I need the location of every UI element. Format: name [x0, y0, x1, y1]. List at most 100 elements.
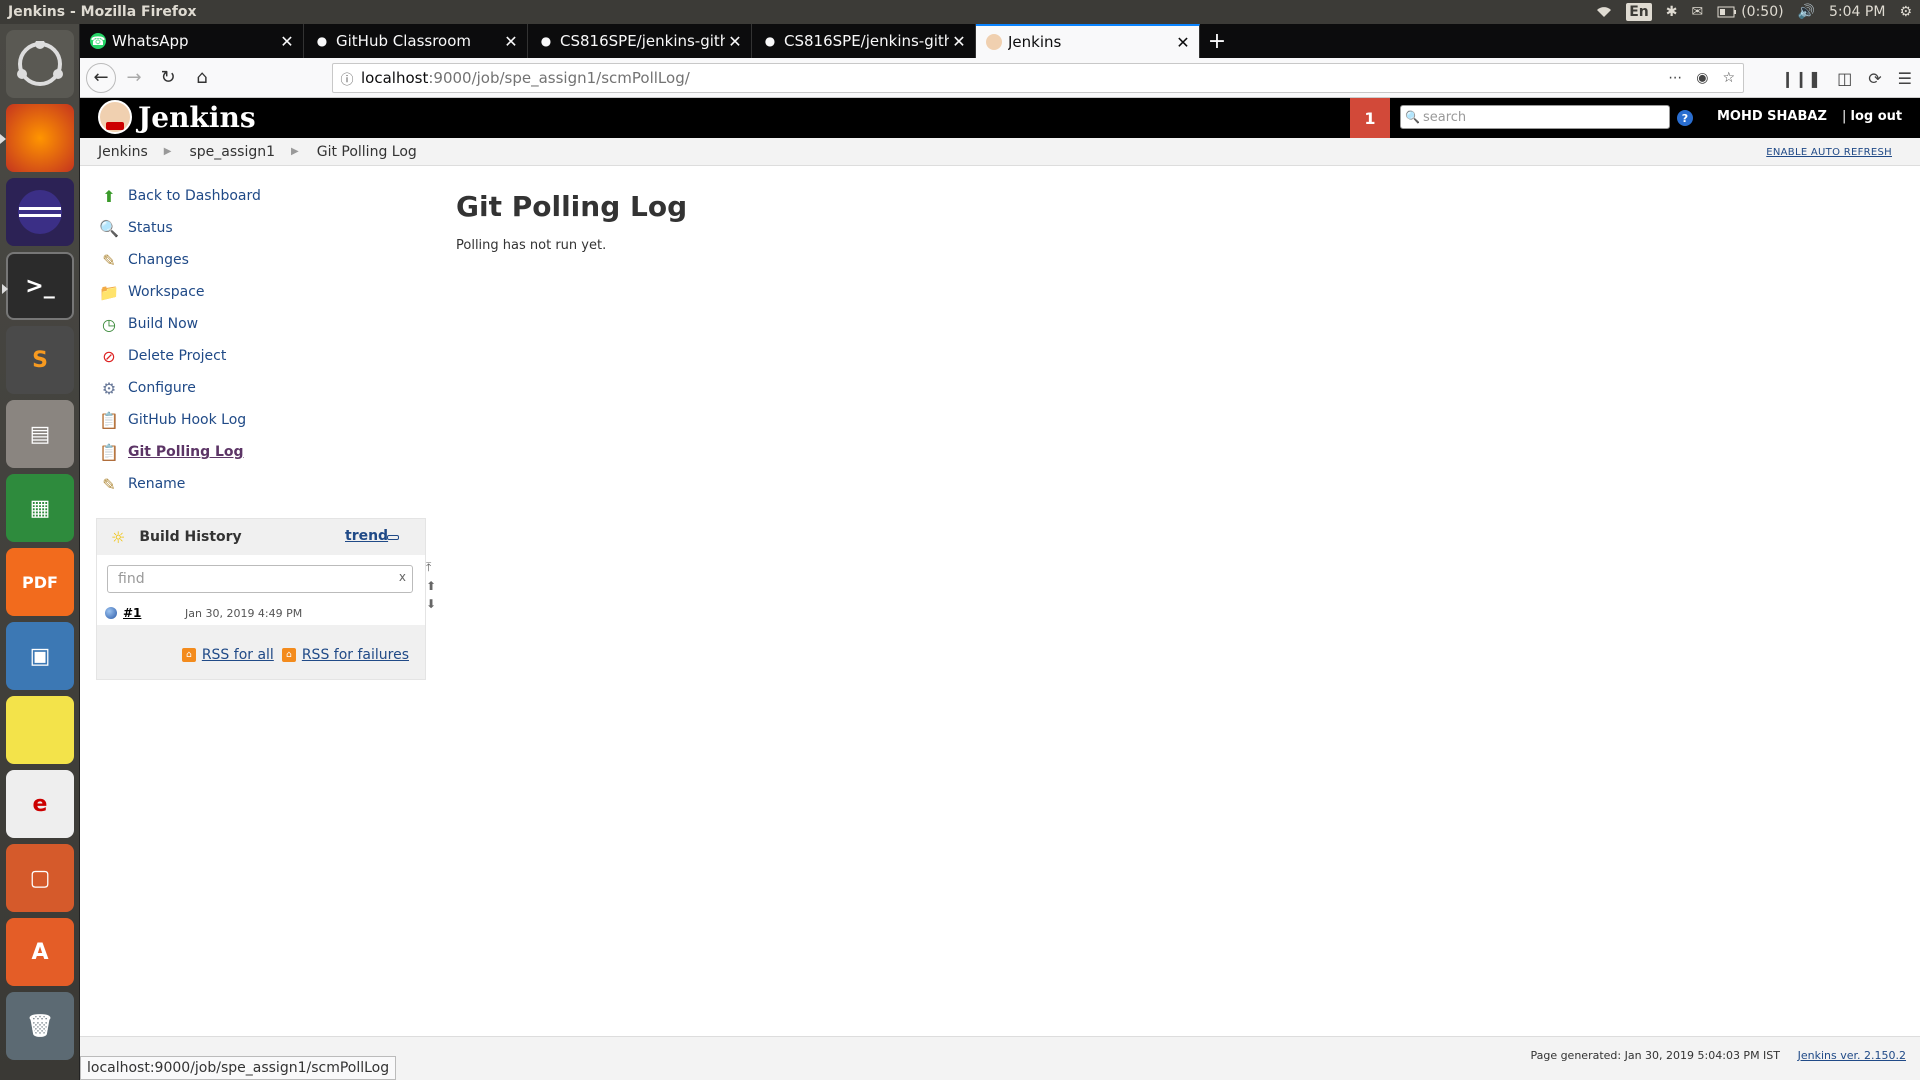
back-button[interactable]: ←: [86, 62, 116, 93]
task-workspace[interactable]: 📁 Workspace: [98, 276, 398, 308]
tab-label: GitHub Classroom: [336, 32, 472, 50]
pocket-icon[interactable]: ◉: [1696, 70, 1708, 86]
close-icon[interactable]: ✕: [277, 32, 297, 51]
page-actions-icon[interactable]: ⋯: [1668, 70, 1682, 86]
bookmark-star-icon[interactable]: ☆: [1722, 70, 1735, 86]
software-updater-icon[interactable]: A: [6, 918, 74, 986]
tab-whatsapp[interactable]: ☎ WhatsApp ✕: [80, 24, 304, 58]
close-icon[interactable]: ✕: [501, 32, 521, 51]
sync-icon[interactable]: ⟳: [1868, 69, 1881, 88]
firefox-icon[interactable]: [0, 104, 74, 172]
jenkins-logo[interactable]: Jenkins: [98, 100, 256, 134]
clock[interactable]: 5:04 PM: [1829, 4, 1885, 20]
rss-icon: ⌂: [181, 648, 196, 662]
clipboard-icon: 📋: [99, 410, 119, 430]
close-icon[interactable]: ✕: [1173, 33, 1193, 52]
page-top-icon[interactable]: ⤒: [426, 560, 440, 575]
build-find-input[interactable]: find x: [107, 565, 413, 593]
new-tab-button[interactable]: +: [1200, 24, 1234, 58]
task-status[interactable]: 🔍 Status: [98, 212, 398, 244]
battery-indicator[interactable]: (0:50): [1717, 4, 1784, 20]
rss-failures-link[interactable]: RSS for failures: [302, 647, 409, 663]
libreoffice-impress-icon[interactable]: ▢: [6, 844, 74, 912]
task-changes[interactable]: ✎ Changes: [98, 244, 398, 276]
library-icon[interactable]: ❙❙❚: [1781, 69, 1821, 88]
build-number-link[interactable]: #1: [123, 606, 185, 620]
enable-auto-refresh-link[interactable]: ENABLE AUTO REFRESH: [1766, 147, 1892, 158]
url-host: localhost: [361, 69, 429, 87]
menu-icon[interactable]: ☰: [1898, 69, 1912, 88]
close-icon[interactable]: ✕: [949, 32, 969, 51]
tab-label: Jenkins: [1008, 33, 1062, 51]
close-icon[interactable]: ✕: [725, 32, 745, 51]
reload-button[interactable]: ↻: [152, 62, 184, 94]
sidebar-icon[interactable]: ◫: [1837, 69, 1852, 88]
trend-link[interactable]: trend: [345, 528, 388, 544]
keyboard-layout-indicator[interactable]: En: [1626, 3, 1652, 21]
libreoffice-calc-icon[interactable]: ▦: [6, 474, 74, 542]
tab-github-repo-2[interactable]: ● CS816SPE/jenkins-githu ✕: [752, 24, 976, 58]
mail-icon[interactable]: ✉: [1691, 4, 1703, 20]
jenkins-version-link[interactable]: Jenkins ver. 2.150.2: [1798, 1049, 1906, 1062]
breadcrumb-separator-icon: ▶: [163, 146, 172, 157]
system-top-panel: Jenkins - Mozilla Firefox En ✱ ✉ (0:50) …: [0, 0, 1920, 24]
tab-github-classroom[interactable]: ● GitHub Classroom ✕: [304, 24, 528, 58]
task-rename[interactable]: ✎ Rename: [98, 468, 398, 500]
build-row: #1 Jan 30, 2019 4:49 PM: [105, 603, 415, 623]
toolbar-right: ❙❙❚ ◫ ⟳ ☰: [1781, 58, 1912, 98]
task-build-now[interactable]: ◷ Build Now: [98, 308, 398, 340]
notepad-icon: ✎: [102, 474, 116, 494]
task-label: Build Now: [128, 316, 199, 332]
task-github-hook-log[interactable]: 📋 GitHub Hook Log: [98, 404, 398, 436]
settings-gear-icon[interactable]: ⚙: [1899, 4, 1912, 20]
notification-badge[interactable]: 1: [1350, 98, 1390, 138]
task-label: Delete Project: [128, 348, 227, 364]
search-input[interactable]: 🔍 search: [1400, 105, 1670, 129]
page-down-icon[interactable]: ⬇: [426, 597, 440, 611]
tab-jenkins[interactable]: Jenkins ✕: [976, 24, 1200, 58]
user-name-link[interactable]: MOHD SHABAZ: [1717, 109, 1827, 124]
pdf-editor-icon[interactable]: PDF: [6, 548, 74, 616]
tab-label: CS816SPE/jenkins-githu: [560, 32, 725, 50]
volume-icon[interactable]: 🔊: [1798, 4, 1815, 20]
home-button[interactable]: ⌂: [186, 62, 218, 94]
tab-label: CS816SPE/jenkins-githu: [784, 32, 949, 50]
clear-icon[interactable]: x: [399, 570, 406, 584]
task-back-to-dashboard[interactable]: ⬆ Back to Dashboard: [98, 180, 398, 212]
bluetooth-icon[interactable]: ✱: [1666, 4, 1678, 20]
task-delete-project[interactable]: ⊘ Delete Project: [98, 340, 398, 372]
github-icon: ●: [764, 34, 776, 48]
forward-button[interactable]: →: [118, 62, 150, 94]
info-icon[interactable]: ⓘ: [333, 69, 361, 88]
help-icon[interactable]: ?: [1677, 110, 1693, 126]
window-title: Jenkins - Mozilla Firefox: [8, 4, 197, 20]
clock-play-icon: ◷: [102, 314, 116, 334]
evince-icon[interactable]: e: [6, 770, 74, 838]
tab-github-repo-1[interactable]: ● CS816SPE/jenkins-githu ✕: [528, 24, 752, 58]
eclipse-icon[interactable]: [6, 178, 74, 246]
trash-icon[interactable]: 🗑: [6, 992, 74, 1060]
task-configure[interactable]: ⚙ Configure: [98, 372, 398, 404]
sticky-notes-icon[interactable]: [6, 696, 74, 764]
build-history-widget: ☼ Build History trend find x #1 Jan 30, …: [96, 518, 426, 680]
wifi-icon[interactable]: [1596, 6, 1612, 18]
collapse-icon[interactable]: [387, 535, 399, 540]
page-up-icon[interactable]: ⬆: [426, 579, 440, 593]
breadcrumb-project[interactable]: spe_assign1: [171, 144, 291, 160]
unity-launcher: >_ S ▤ ▦ PDF ▣ e ▢ A 🗑: [0, 24, 80, 1080]
ubuntu-dash-icon[interactable]: [6, 30, 74, 98]
breadcrumb-jenkins[interactable]: Jenkins: [80, 144, 164, 160]
breadcrumb-current[interactable]: Git Polling Log: [299, 144, 433, 160]
files-icon[interactable]: ▤: [6, 400, 74, 468]
task-label: Status: [128, 220, 173, 236]
url-bar[interactable]: ⓘ localhost:9000/job/spe_assign1/scmPoll…: [332, 63, 1744, 93]
task-label: Git Polling Log: [128, 444, 244, 460]
logout-link[interactable]: log out: [1842, 109, 1903, 124]
search-icon: 🔍: [1405, 110, 1420, 124]
sublime-text-icon[interactable]: S: [6, 326, 74, 394]
task-git-polling-log[interactable]: 📋 Git Polling Log: [98, 436, 398, 468]
rss-all-link[interactable]: RSS for all: [202, 647, 274, 663]
search-placeholder: search: [1422, 109, 1467, 125]
image-viewer-icon[interactable]: ▣: [6, 622, 74, 690]
terminal-icon[interactable]: >_: [2, 252, 74, 320]
